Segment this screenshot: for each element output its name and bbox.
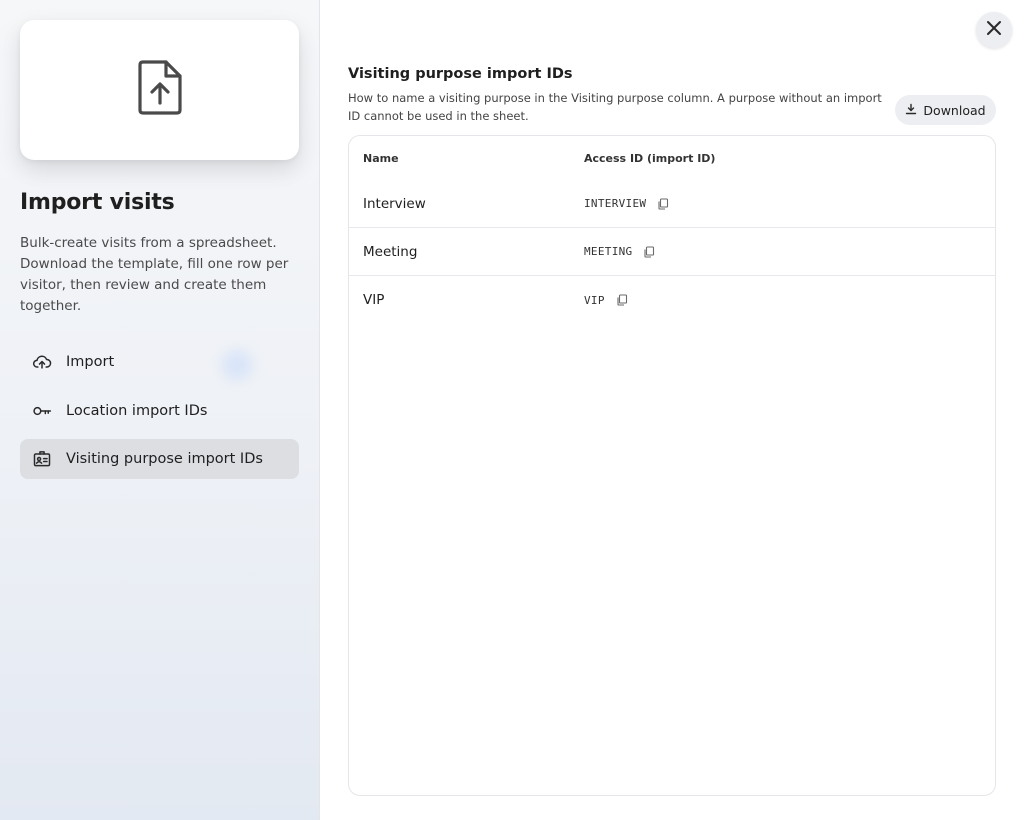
sidebar-item-visiting-purpose-import-ids[interactable]: Visiting purpose import IDs	[20, 439, 299, 479]
sidebar-item-label: Visiting purpose import IDs	[66, 451, 263, 467]
close-button[interactable]	[976, 12, 1012, 48]
copy-icon[interactable]	[656, 197, 670, 211]
file-upload-icon	[136, 59, 184, 121]
row-name: Interview	[363, 195, 426, 212]
sidebar-item-label: Location import IDs	[66, 402, 208, 419]
row-name: Meeting	[363, 243, 418, 260]
hero-card	[20, 20, 299, 160]
row-access-id: VIP	[584, 293, 995, 307]
sidebar-description: Bulk-create visits from a spreadsheet. D…	[20, 235, 289, 314]
section-title: Visiting purpose import IDs	[348, 66, 573, 82]
sidebar-item-location-import-ids[interactable]: Location import IDs	[20, 391, 299, 431]
id-badge-icon	[32, 449, 52, 469]
section-description: How to name a visiting purpose in the Vi…	[348, 91, 882, 123]
table-row: Meeting MEETING	[349, 228, 995, 276]
download-icon	[905, 103, 923, 118]
sidebar: Import visits Bulk-create visits from a …	[0, 0, 320, 820]
copy-icon[interactable]	[615, 293, 629, 307]
sidebar-item-import[interactable]: Import	[20, 342, 299, 382]
import-id-code: VIP	[584, 293, 605, 307]
table-row: Interview INTERVIEW	[349, 180, 995, 228]
download-button[interactable]: Download	[895, 95, 996, 125]
import-visits-dialog: Import visits Bulk-create visits from a …	[0, 0, 1024, 820]
copy-icon[interactable]	[642, 245, 656, 259]
import-id-code: MEETING	[584, 245, 633, 258]
row-access-id: MEETING	[584, 245, 995, 259]
download-label: Download	[923, 102, 986, 118]
sidebar-nav: Import Location import IDs Visiting purp…	[20, 342, 299, 488]
key-icon	[32, 401, 52, 421]
close-icon	[985, 19, 1003, 41]
table-header: Name Access ID (import ID)	[349, 136, 995, 180]
import-id-table: Name Access ID (import ID) Interview INT…	[348, 135, 996, 796]
import-id-code: INTERVIEW	[584, 197, 647, 210]
cloud-upload-icon	[32, 352, 52, 372]
row-access-id: INTERVIEW	[584, 197, 995, 211]
column-header-access-id: Access ID (import ID)	[584, 151, 716, 165]
column-header-name: Name	[363, 151, 399, 165]
row-name: VIP	[363, 292, 385, 308]
table-row: VIP VIP	[349, 276, 995, 324]
sidebar-title: Import visits	[20, 190, 175, 215]
sidebar-item-label: Import	[66, 354, 115, 370]
